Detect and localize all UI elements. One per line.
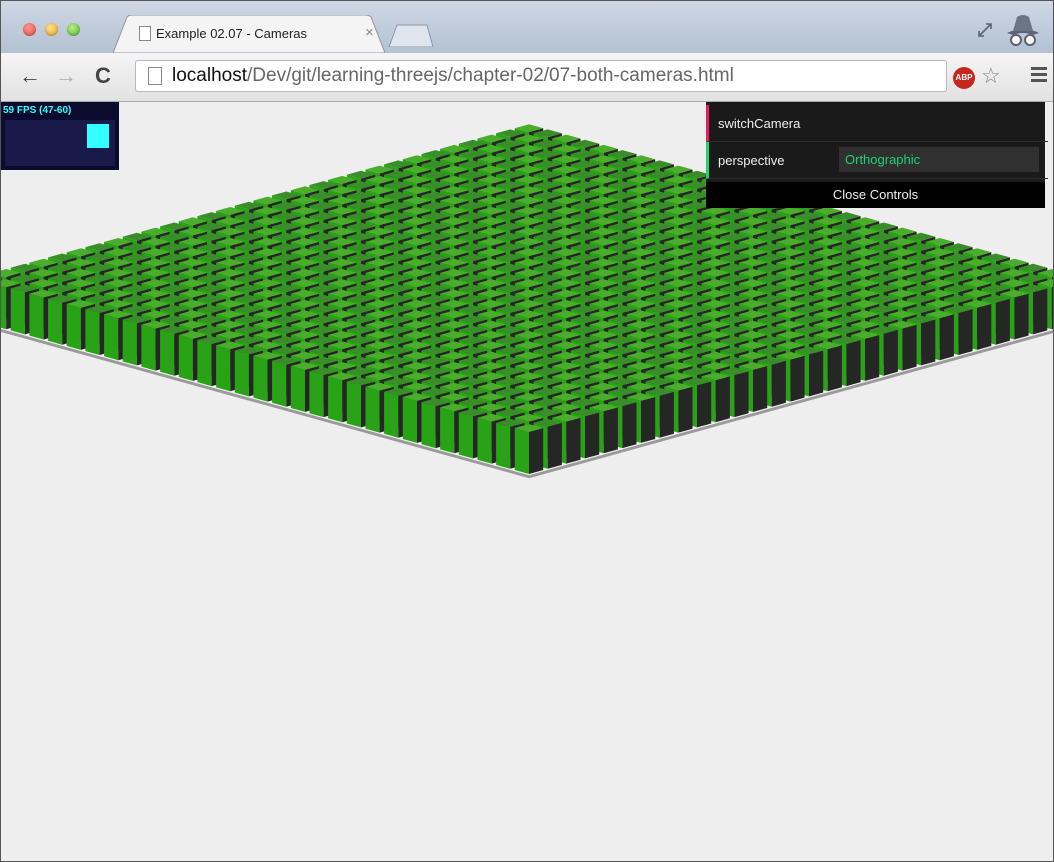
fps-stats-panel[interactable]: 59 FPS (47-60) [1, 102, 119, 170]
cube-front-face [253, 355, 268, 402]
cube-front-face [496, 422, 511, 469]
fullscreen-icon[interactable] [977, 22, 993, 38]
cube-side-face [846, 340, 861, 387]
tab-close-button[interactable]: × [365, 24, 374, 41]
cube-front-face [234, 350, 249, 397]
cube-side-face [771, 360, 786, 407]
cube-front-face [272, 360, 287, 407]
cube-side-face [622, 402, 637, 449]
corner-icons [977, 11, 1043, 49]
cube-side-face [641, 397, 656, 443]
cube-front-face [48, 298, 63, 345]
back-button[interactable]: ← [19, 63, 41, 89]
title-bar: Example 02.07 - Cameras × [1, 1, 1053, 53]
cube-front-face [440, 407, 455, 454]
cube-front-face [122, 319, 137, 366]
cube-side-face [566, 417, 581, 464]
page-icon [148, 67, 162, 85]
cube-front-face [309, 371, 324, 418]
cube-side-face [1033, 288, 1048, 335]
cube-front-face [141, 324, 156, 371]
cube-front-face [1, 285, 7, 330]
close-controls-button[interactable]: Close Controls [706, 182, 1045, 208]
window-controls [23, 23, 80, 36]
cube-front-face [10, 288, 25, 335]
dat-gui-panel: switchCamera perspective Orthographic Cl… [706, 102, 1048, 208]
reload-button[interactable]: C [95, 63, 111, 89]
cube-side-face [603, 407, 618, 454]
cube-front-face [29, 293, 44, 340]
incognito-icon [1007, 15, 1039, 46]
cube-side-face [697, 381, 712, 428]
cube-side-face [1051, 286, 1053, 330]
cube-front-face [328, 376, 343, 423]
perspective-label: perspective [718, 153, 785, 168]
url-path: /Dev/git/learning-threejs/chapter-02/07-… [247, 65, 734, 86]
cube-side-face [977, 303, 992, 350]
cube-front-face [477, 417, 492, 464]
browser-window: Example 02.07 - Cameras × ← → C localhos… [0, 0, 1054, 862]
zoom-window-button[interactable] [67, 23, 80, 36]
cube-side-face [809, 350, 824, 397]
perspective-field[interactable]: Orthographic [839, 147, 1039, 172]
cube-side-face [790, 355, 805, 402]
cube-side-face [678, 386, 693, 433]
cube-side-face [585, 412, 600, 459]
browser-toolbar: ← → C localhost/Dev/git/learning-threejs… [1, 53, 1053, 102]
minimize-window-button[interactable] [45, 23, 58, 36]
cube-side-face [1014, 293, 1029, 340]
cube-front-face [178, 335, 193, 381]
switch-camera-row[interactable]: switchCamera [706, 105, 1048, 142]
tab-title: Example 02.07 - Cameras [156, 26, 308, 41]
new-tab-button[interactable] [387, 23, 435, 47]
cube-side-face [958, 309, 973, 355]
url-host: localhost [172, 65, 247, 86]
cube-side-face [921, 319, 936, 366]
cube-side-face [715, 376, 730, 423]
switch-camera-label[interactable]: switchCamera [718, 116, 800, 131]
address-bar[interactable]: localhost/Dev/git/learning-threejs/chapt… [135, 60, 947, 92]
perspective-row: perspective Orthographic [706, 142, 1048, 179]
cube-side-face [827, 345, 842, 392]
cube-front-face [197, 340, 212, 387]
cube-side-face [547, 422, 562, 469]
fps-graph-bar [87, 124, 109, 148]
cube-front-face [290, 366, 305, 412]
cube-side-face [529, 428, 544, 474]
cube-side-face [995, 298, 1010, 345]
fps-readout: 59 FPS (47-60) [3, 105, 72, 116]
cube-side-face [659, 391, 674, 438]
cube-side-face [939, 314, 954, 361]
cube-front-face [216, 345, 231, 392]
menu-icon[interactable] [1031, 67, 1047, 85]
cube-side-face [865, 335, 880, 381]
cube-front-face [421, 402, 436, 449]
forward-button[interactable]: → [55, 63, 77, 89]
cube-front-face [458, 412, 473, 459]
browser-tab[interactable]: Example 02.07 - Cameras × [113, 15, 385, 53]
cube-front-face [346, 381, 361, 428]
page-icon [139, 26, 151, 41]
close-window-button[interactable] [23, 23, 36, 36]
cube-front-face [514, 428, 529, 474]
cube-front-face [85, 309, 100, 355]
cube-front-face [384, 391, 399, 438]
adblock-icon[interactable]: ABP [953, 67, 975, 89]
cube-front-face [160, 329, 175, 376]
threejs-canvas[interactable] [1, 102, 1053, 862]
cube-side-face [902, 324, 917, 371]
cube-front-face [66, 303, 81, 350]
bookmark-star-icon[interactable]: ☆ [981, 63, 1001, 89]
cube-front-face [104, 314, 119, 361]
url-text: localhost/Dev/git/learning-threejs/chapt… [172, 65, 734, 87]
cube-side-face [883, 329, 898, 376]
cube-side-face [734, 371, 749, 418]
cube-front-face [402, 397, 417, 443]
cube-front-face [365, 386, 380, 433]
cube-side-face [753, 366, 768, 412]
